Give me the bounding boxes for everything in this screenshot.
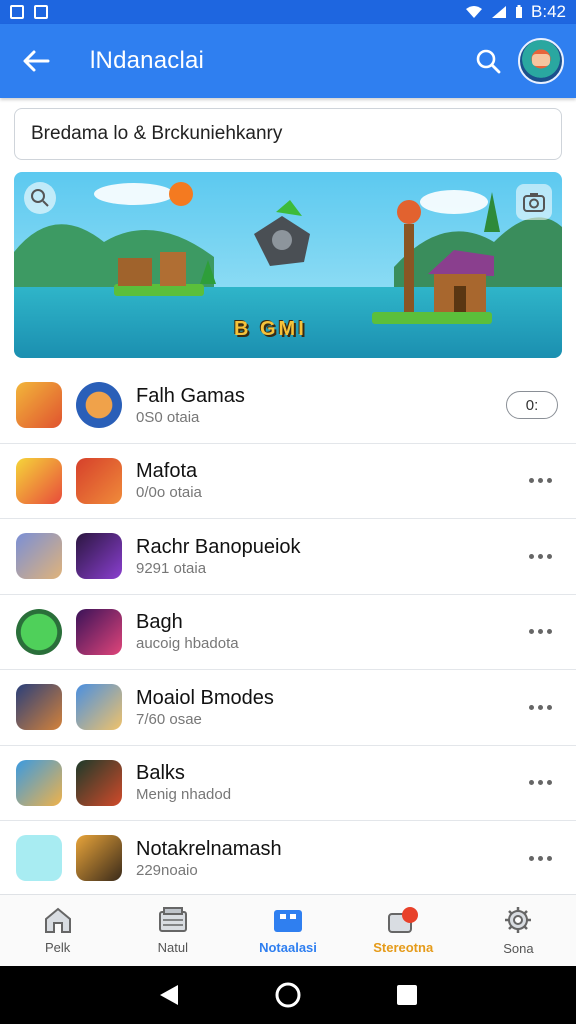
list-item[interactable]: Moaiol Bmodes 7/60 osae — [0, 670, 576, 746]
game-subtitle: 0S0 otaia — [136, 408, 200, 426]
game-list: Falh Gamas 0S0 otaia 0: Mafota 0/0o otai… — [0, 368, 576, 897]
game-icon — [16, 835, 62, 882]
notification-icon — [10, 5, 24, 19]
game-subtitle: 0/0o otaia — [136, 484, 202, 502]
nav-label: Notaalasi — [259, 940, 317, 955]
box-icon — [158, 907, 187, 932]
game-subtitle: 229noaio — [136, 861, 198, 879]
store-icon — [274, 910, 302, 932]
game-icon — [76, 759, 122, 806]
triangle-back-icon — [160, 985, 179, 1005]
more-options-button[interactable] — [522, 544, 558, 568]
game-title: Rachr Banopueiok — [136, 535, 301, 558]
nav-label: Sona — [503, 941, 534, 956]
status-time: B:42 — [531, 2, 566, 21]
game-subtitle: 9291 otaia — [136, 559, 207, 577]
search-button[interactable] — [468, 41, 508, 81]
camera-icon[interactable] — [516, 184, 552, 220]
game-icon — [16, 382, 62, 429]
game-title: Mafota — [136, 460, 198, 483]
list-item[interactable]: Notakrelnamash 229noaio — [0, 821, 576, 897]
avatar[interactable] — [518, 38, 564, 84]
banner-caption: B GMI — [234, 318, 307, 340]
home-icon — [44, 907, 71, 933]
game-title: Notakrelnamash — [136, 837, 282, 860]
nav-item-store[interactable]: Notaalasi — [230, 895, 345, 966]
game-icon — [76, 835, 122, 882]
app-bar: lNdanaclai — [0, 24, 576, 98]
nav-item-home[interactable]: Pelk — [0, 895, 115, 966]
gear-icon — [505, 907, 532, 933]
game-subtitle: Menig nhadod — [136, 786, 232, 804]
more-options-button[interactable] — [522, 846, 558, 870]
more-options-button[interactable] — [522, 469, 558, 493]
image-icon — [34, 5, 48, 19]
game-icon — [16, 533, 62, 580]
page-title: lNdanaclai — [90, 47, 205, 74]
arrow-back-icon — [23, 50, 50, 72]
search-field[interactable] — [14, 108, 562, 160]
game-title: Balks — [136, 762, 185, 785]
circle-home-icon — [275, 982, 301, 1008]
nav-label: Natul — [157, 940, 188, 955]
system-home-button[interactable] — [273, 980, 303, 1010]
game-action-button[interactable]: 0: — [506, 391, 558, 420]
more-options-button[interactable] — [522, 771, 558, 795]
list-item[interactable]: Mafota 0/0o otaia — [0, 444, 576, 519]
back-button[interactable] — [18, 43, 54, 79]
game-icon — [76, 457, 122, 504]
wifi-icon — [466, 6, 483, 18]
system-recents-button[interactable] — [392, 980, 422, 1010]
nav-item-settings[interactable]: Sona — [461, 895, 576, 966]
game-icon — [16, 457, 62, 504]
status-bar: B:42 — [0, 0, 576, 24]
search-input[interactable] — [31, 123, 545, 145]
search-icon — [476, 49, 501, 74]
square-recents-icon — [396, 985, 417, 1005]
notification-icon — [388, 907, 419, 933]
nav-item-box[interactable]: Natul — [115, 895, 230, 966]
system-back-button[interactable] — [154, 980, 184, 1010]
more-options-button[interactable] — [522, 620, 558, 644]
game-title: Bagh — [136, 611, 183, 634]
game-icon — [16, 759, 62, 806]
list-item[interactable]: Falh Gamas 0S0 otaia 0: — [0, 368, 576, 444]
nav-item-notifications[interactable]: Stereotna — [346, 895, 461, 966]
magnifier-icon — [24, 182, 56, 214]
list-item[interactable]: Balks Menig nhadod — [0, 746, 576, 821]
featured-banner[interactable]: B GMI — [14, 172, 562, 358]
game-icon — [16, 684, 62, 731]
list-item[interactable]: Rachr Banopueiok 9291 otaia — [0, 519, 576, 595]
signal-icon — [492, 6, 507, 18]
game-icon — [76, 608, 122, 655]
game-icon — [76, 684, 122, 731]
list-item[interactable]: Bagh aucoig hbadota — [0, 595, 576, 670]
game-subtitle: aucoig hbadota — [136, 635, 239, 653]
game-icon — [16, 608, 62, 655]
more-options-button[interactable] — [522, 695, 558, 719]
game-icon — [76, 533, 122, 580]
battery-icon — [516, 5, 523, 18]
game-subtitle: 7/60 osae — [136, 710, 202, 728]
system-navigation — [0, 966, 576, 1024]
nav-label: Stereotna — [373, 940, 434, 955]
game-title: Falh Gamas — [136, 384, 245, 407]
game-title: Moaiol Bmodes — [136, 686, 274, 709]
nav-label: Pelk — [44, 940, 71, 955]
game-icon — [76, 382, 122, 429]
bottom-navigation: Pelk Natul Notaalasi Stereotna Sona — [0, 894, 576, 966]
